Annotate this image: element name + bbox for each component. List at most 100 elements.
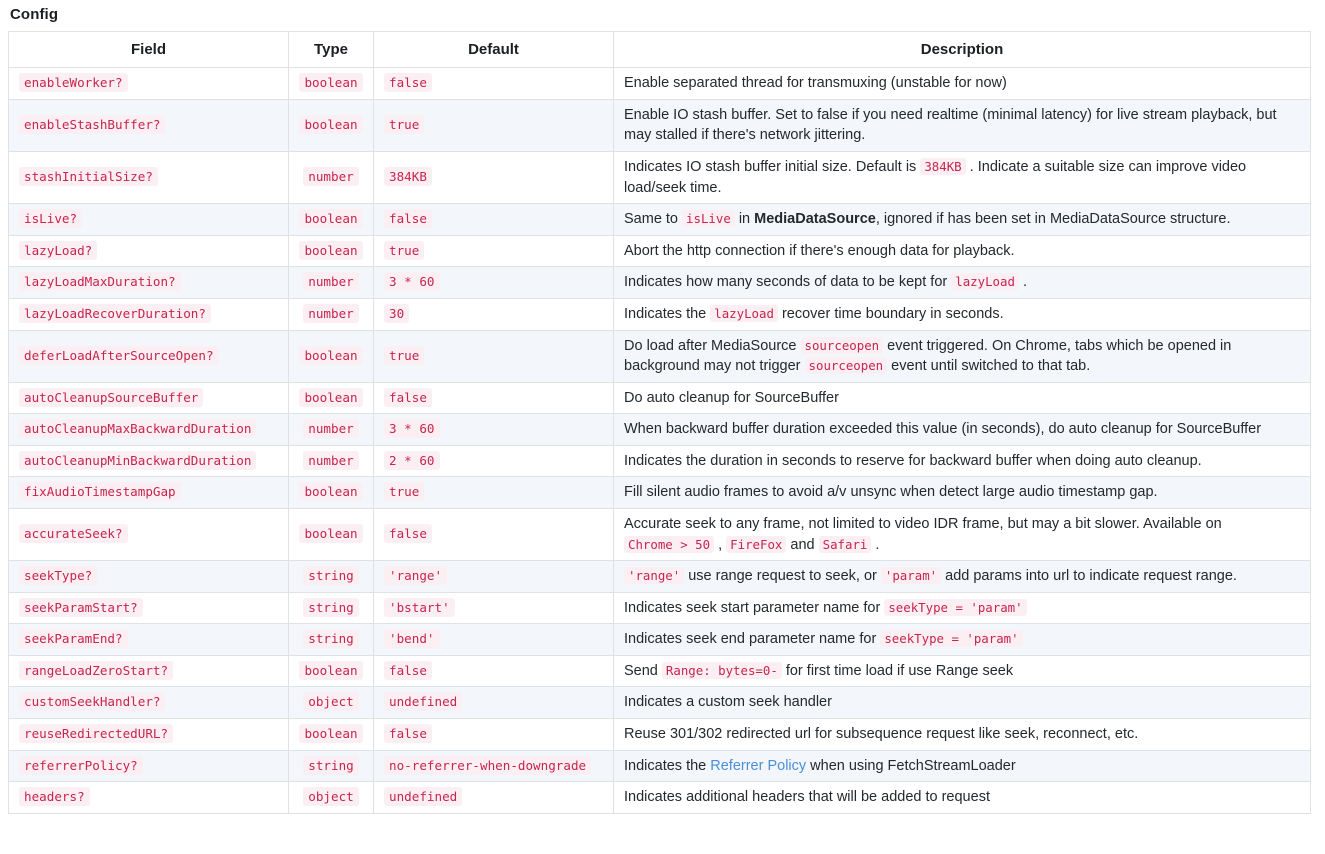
table-row: seekParamStart?string'bstart'Indicates s… [9, 592, 1311, 624]
table-row: lazyLoadRecoverDuration? number30Indicate… [9, 298, 1311, 330]
cell-field: autoCleanupSourceBuffer [9, 382, 289, 414]
field-code: seekParamEnd? [19, 629, 128, 648]
table-row: seekParamEnd? string 'bend' Indicates seek … [9, 624, 1311, 656]
table-header: Field Type Default Description [9, 32, 1311, 68]
table-row: isLive?booleanfalseSame to isLive in Med… [9, 204, 1311, 236]
type-code: number [303, 451, 359, 470]
cell-default: false [374, 382, 614, 414]
cell-type: string [289, 624, 374, 656]
cell-description: Indicates the duration in seconds to res… [614, 445, 1311, 477]
field-code: referrerPolicy? [19, 756, 143, 775]
cell-field: fixAudioTimestampGap [9, 477, 289, 509]
cell-default: 3 * 60 [374, 414, 614, 446]
cell-description: Abort the http connection if there's eno… [614, 235, 1311, 267]
cell-field: enableStashBuffer? [9, 99, 289, 151]
default-code: undefined [384, 787, 462, 806]
type-code: boolean [299, 524, 362, 543]
table-body: enableWorker?booleanfalseEnable separate… [9, 68, 1311, 813]
cell-description: 'range' use range request to seek, or 'p… [614, 561, 1311, 593]
cell-default: undefined [374, 687, 614, 719]
type-code: boolean [299, 209, 362, 228]
cell-type: number [289, 414, 374, 446]
table-row: fixAudioTimestampGapbooleantrueFill sile… [9, 477, 1311, 509]
type-code: object [303, 787, 359, 806]
table-row: reuseRedirectedURL?booleanfalseReuse 301… [9, 719, 1311, 751]
cell-description: Send Range: bytes=0- for first time load… [614, 655, 1311, 687]
config-options-table: Field Type Default Description enableWor… [8, 31, 1311, 814]
cell-description: Accurate seek to any frame, not limited … [614, 508, 1311, 560]
field-code: autoCleanupMinBackwardDuration [19, 451, 256, 470]
cell-default: false [374, 719, 614, 751]
table-row: autoCleanupSourceBufferbooleanfalseDo au… [9, 382, 1311, 414]
default-code: false [384, 661, 432, 680]
cell-description: Indicates seek start parameter name for … [614, 592, 1311, 624]
cell-default: false [374, 655, 614, 687]
field-code: headers? [19, 787, 90, 806]
cell-description: Indicates IO stash buffer initial size. … [614, 152, 1311, 204]
cell-description: Do load after MediaSource sourceopen eve… [614, 330, 1311, 382]
type-code: string [303, 756, 359, 775]
table-row: referrerPolicy? string no-referrer-when-do… [9, 750, 1311, 782]
table-header-row: Field Type Default Description [9, 32, 1311, 68]
cell-description: When backward buffer duration exceeded t… [614, 414, 1311, 446]
type-code: boolean [299, 346, 362, 365]
type-code: number [303, 419, 359, 438]
cell-default: no-referrer-when-downgrade [374, 750, 614, 782]
default-code: true [384, 241, 424, 260]
field-code: lazyLoadRecoverDuration? [19, 304, 211, 323]
cell-field: enableWorker? [9, 68, 289, 100]
field-code: enableStashBuffer? [19, 115, 165, 134]
default-code: 'bend' [384, 629, 440, 648]
default-code: 2 * 60 [384, 451, 440, 470]
field-code: autoCleanupMaxBackwardDuration [19, 419, 256, 438]
field-code: enableWorker? [19, 73, 128, 92]
table-row: stashInitialSize?number384KBIndicates IO… [9, 152, 1311, 204]
cell-type: number [289, 298, 374, 330]
cell-default: true [374, 477, 614, 509]
cell-default: 'bstart' [374, 592, 614, 624]
cell-type: object [289, 782, 374, 814]
field-code: fixAudioTimestampGap [19, 482, 181, 501]
cell-type: boolean [289, 477, 374, 509]
table-row: lazyLoadMaxDuration?number3 * 60Indicate… [9, 267, 1311, 299]
cell-default: 30 [374, 298, 614, 330]
table-row: customSeekHandler?objectundefinedIndicat… [9, 687, 1311, 719]
cell-default: false [374, 508, 614, 560]
cell-field: autoCleanupMinBackwardDuration [9, 445, 289, 477]
cell-description: Indicates seek end parameter name for se… [614, 624, 1311, 656]
cell-type: string [289, 750, 374, 782]
default-code: false [384, 724, 432, 743]
field-code: accurateSeek? [19, 524, 128, 543]
default-code: 3 * 60 [384, 419, 440, 438]
default-code: true [384, 115, 424, 134]
type-code: boolean [299, 661, 362, 680]
page-title: Config [10, 6, 1317, 23]
cell-field: stashInitialSize? [9, 152, 289, 204]
default-code: no-referrer-when-downgrade [384, 756, 591, 775]
cell-description: Indicates how many seconds of data to be… [614, 267, 1311, 299]
table-row: deferLoadAfterSourceOpen?booleantrueDo l… [9, 330, 1311, 382]
field-code: seekParamStart? [19, 598, 143, 617]
field-code: customSeekHandler? [19, 692, 165, 711]
cell-field: seekParamEnd? [9, 624, 289, 656]
cell-field: customSeekHandler? [9, 687, 289, 719]
cell-type: number [289, 445, 374, 477]
type-code: object [303, 692, 359, 711]
cell-type: boolean [289, 382, 374, 414]
cell-default: false [374, 204, 614, 236]
field-code: deferLoadAfterSourceOpen? [19, 346, 219, 365]
cell-type: boolean [289, 655, 374, 687]
cell-type: boolean [289, 68, 374, 100]
table-row: autoCleanupMinBackwardDuration number 2 * … [9, 445, 1311, 477]
cell-field: rangeLoadZeroStart? [9, 655, 289, 687]
cell-description: Indicates the lazyLoad recover time boun… [614, 298, 1311, 330]
cell-field: referrerPolicy? [9, 750, 289, 782]
cell-default: false [374, 68, 614, 100]
referrer-policy-link[interactable]: Referrer Policy [710, 758, 806, 774]
field-code: reuseRedirectedURL? [19, 724, 173, 743]
cell-field: reuseRedirectedURL? [9, 719, 289, 751]
cell-type: boolean [289, 204, 374, 236]
column-header-description: Description [614, 32, 1311, 68]
type-code: string [303, 629, 359, 648]
field-code: seekType? [19, 566, 97, 585]
